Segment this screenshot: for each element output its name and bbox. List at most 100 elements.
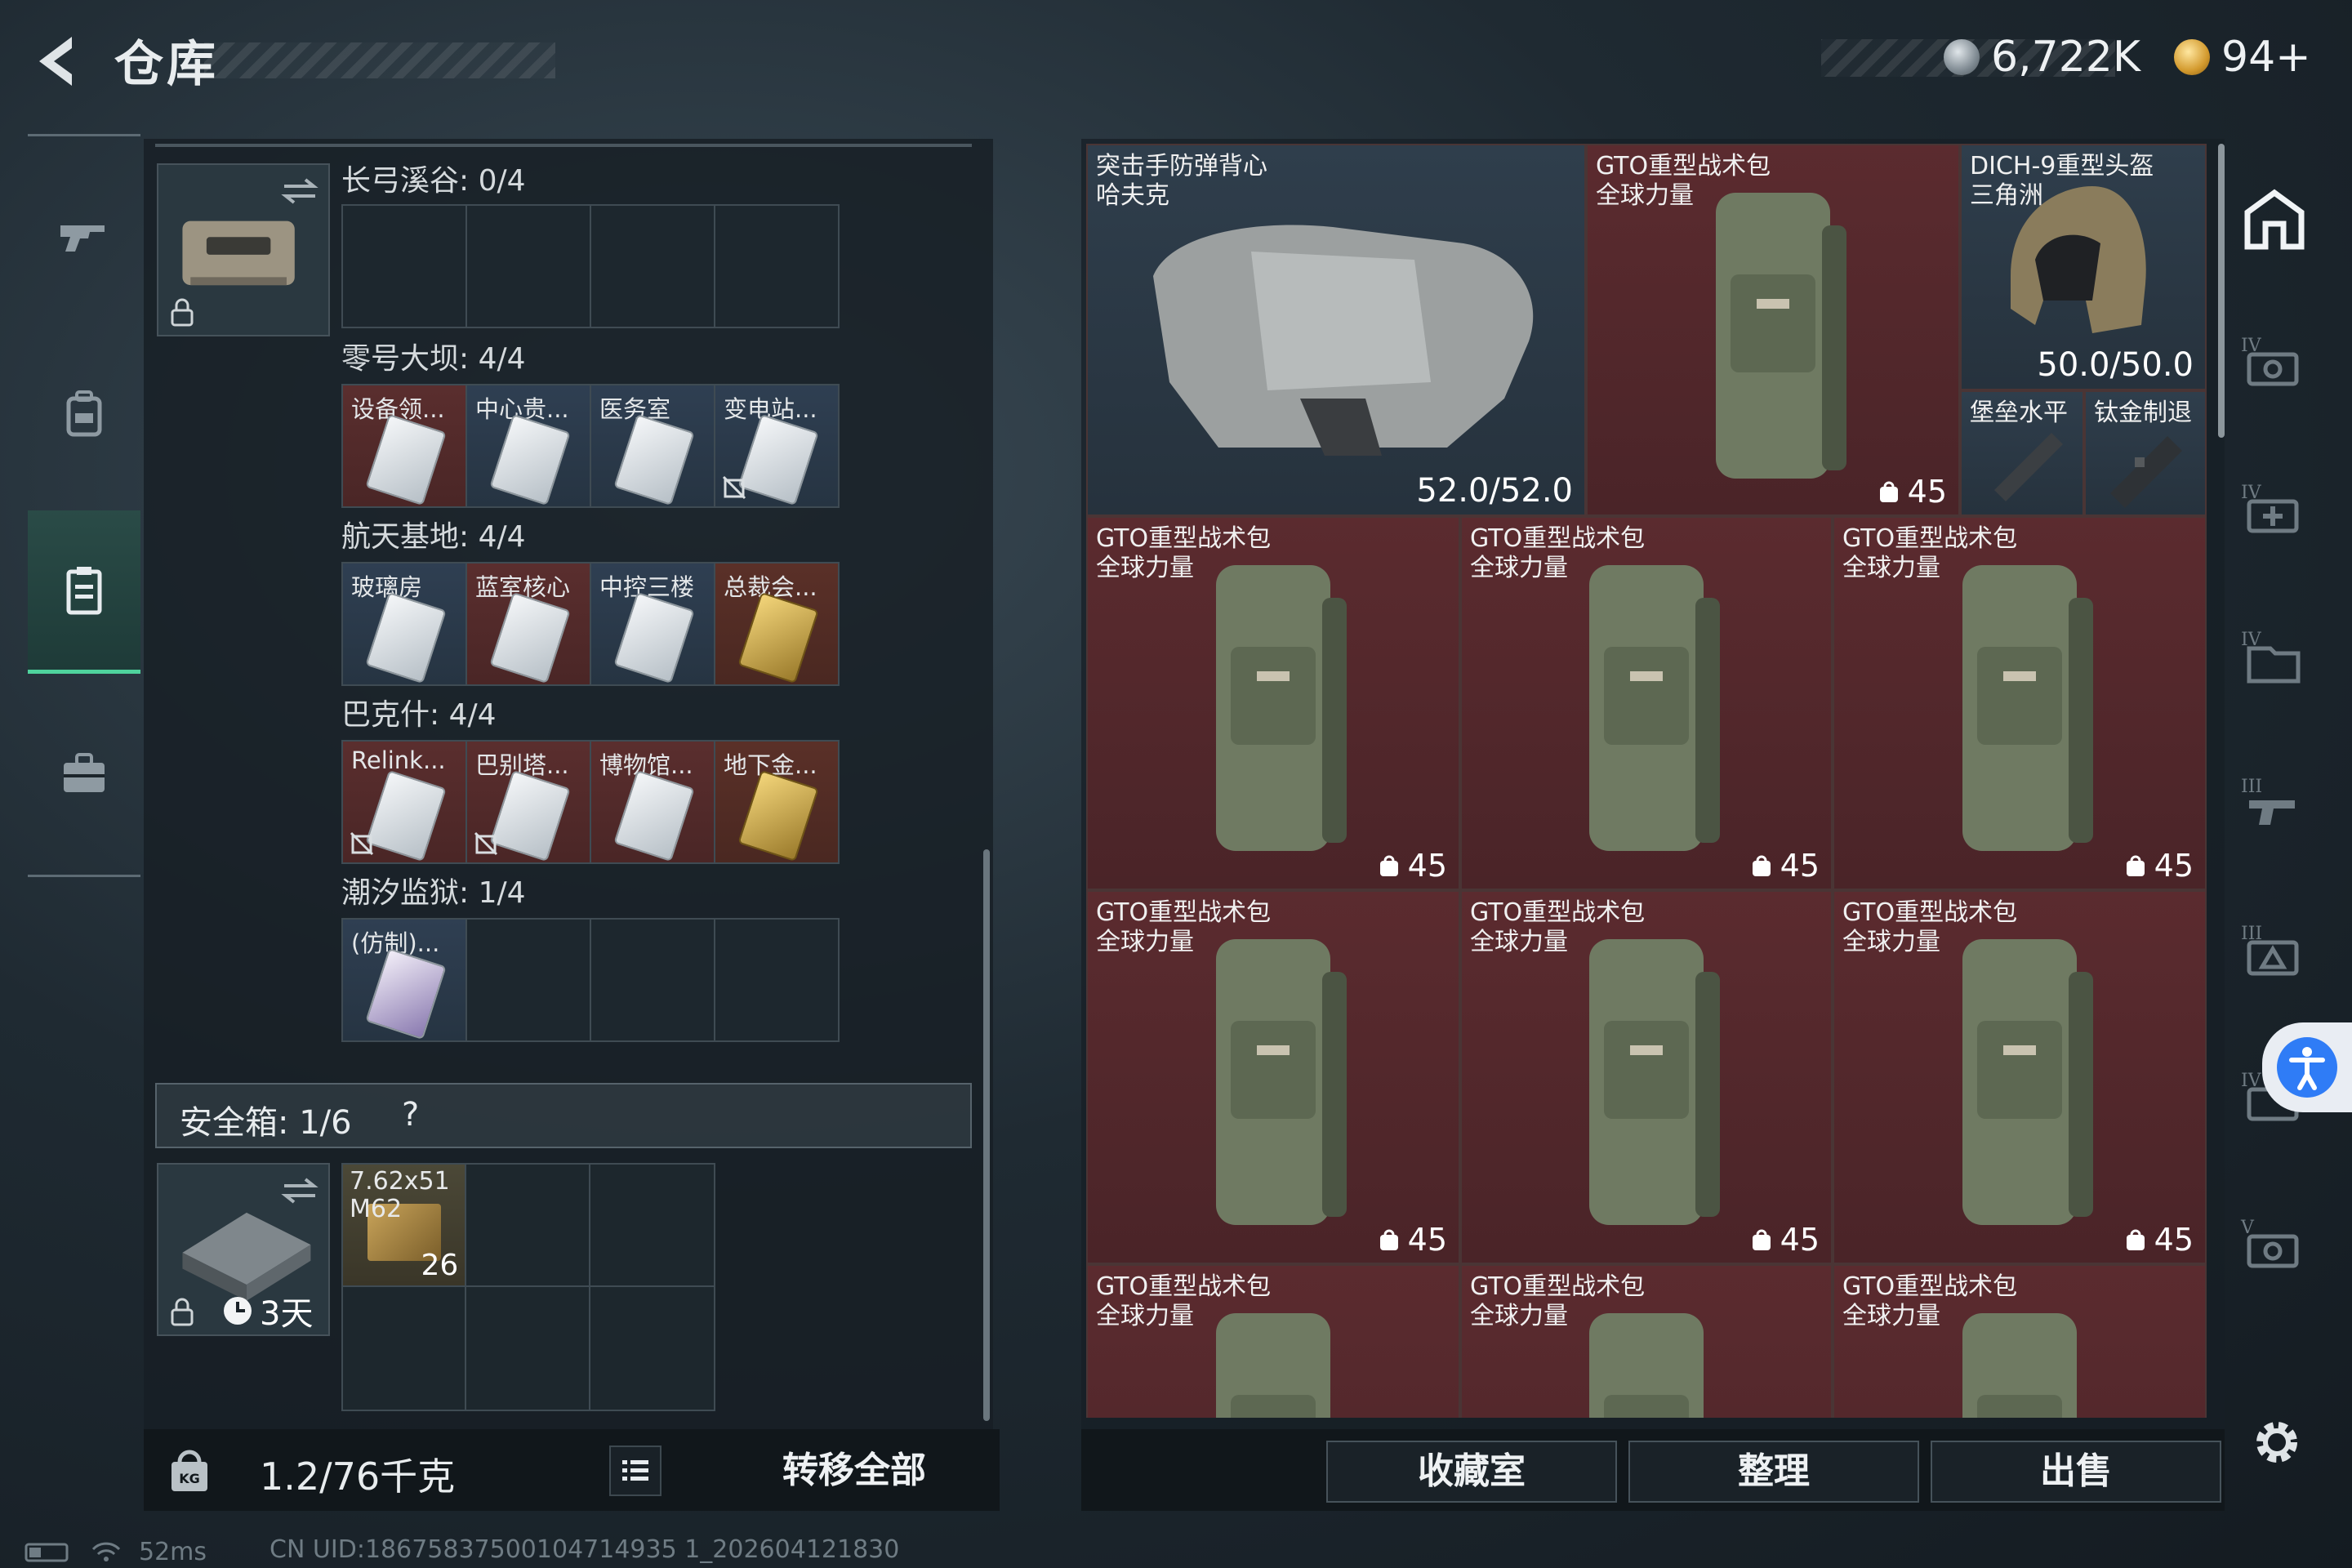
- gear-icon[interactable]: [2247, 1413, 2306, 1472]
- left-scrollbar[interactable]: [983, 849, 990, 1421]
- section-title-spacebase: 航天基地: 4/4: [341, 520, 526, 554]
- keycard-slot[interactable]: [343, 206, 467, 327]
- nav-weapons[interactable]: [28, 153, 140, 316]
- capacity-value: 45: [1780, 848, 1820, 884]
- keycard-icon: [489, 591, 571, 684]
- stash-item-backpack[interactable]: GTO重型战术包 全球力量: [1460, 1264, 1833, 1418]
- keycard-slot[interactable]: [715, 206, 838, 327]
- tier4-medical-filter-icon[interactable]: IV: [2238, 474, 2311, 547]
- no-insurance-icon: [350, 831, 374, 856]
- battery-icon: [24, 1543, 69, 1562]
- transfer-all-button[interactable]: 转移全部: [732, 1442, 977, 1499]
- nav-keycards[interactable]: [28, 510, 140, 674]
- keycard-icon: [489, 769, 571, 862]
- keycard-slot[interactable]: 博物馆...: [591, 742, 715, 862]
- safe-box-grid: 7.62x51 M62 26: [341, 1163, 715, 1411]
- keycard-slot[interactable]: [591, 920, 715, 1040]
- stash-item-backpack[interactable]: GTO重型战术包 全球力量 45: [1086, 890, 1460, 1264]
- item-name: DICH-9重型头盔 三角洲: [1970, 152, 2154, 210]
- page-title: 仓库: [114, 36, 219, 93]
- keycard-icon: [365, 769, 447, 862]
- stash-item-backpack[interactable]: GTO重型战术包 全球力量: [1086, 1264, 1460, 1418]
- keycard-slot[interactable]: 中心贵...: [467, 385, 591, 506]
- section-title-prison: 潮汐监狱: 1/4: [341, 876, 526, 910]
- silver-currency[interactable]: 6,722K: [1944, 33, 2140, 82]
- keycard-icon: [365, 947, 447, 1040]
- lock-icon: [171, 298, 194, 327]
- nav-cases[interactable]: [28, 692, 140, 855]
- help-icon[interactable]: ?: [402, 1096, 419, 1134]
- ping-text: 52ms: [139, 1537, 207, 1566]
- tier4-ammo-filter-icon[interactable]: IV: [2238, 327, 2311, 400]
- organize-button[interactable]: 整理: [1628, 1441, 1919, 1503]
- keycard-slot[interactable]: Relink...: [343, 742, 467, 862]
- stash-item-helmet[interactable]: DICH-9重型头盔 三角洲 50.0/50.0: [1960, 144, 2207, 390]
- keycard-slot[interactable]: 蓝室核心: [467, 564, 591, 684]
- keycard-icon: [365, 413, 447, 506]
- backpack-icon: [66, 390, 102, 437]
- keycard-slot[interactable]: 设备领...: [343, 385, 467, 506]
- sell-button[interactable]: 出售: [1931, 1441, 2221, 1503]
- keycard-icon: [737, 769, 819, 862]
- stash-scrollbar[interactable]: [2218, 144, 2225, 438]
- stash-item-attachment[interactable]: 钛金制退: [2084, 390, 2207, 516]
- collection-room-button[interactable]: 收藏室: [1326, 1441, 1617, 1503]
- item-name: GTO重型战术包 全球力量: [1470, 898, 1646, 956]
- tier4-docs-filter-icon[interactable]: IV: [2238, 621, 2311, 694]
- safe-slot[interactable]: [590, 1165, 714, 1287]
- safe-slot[interactable]: [466, 1287, 590, 1410]
- home-stash-icon[interactable]: [2238, 183, 2311, 256]
- swap-icon[interactable]: [281, 1174, 318, 1207]
- keycard-slot[interactable]: 变电站...: [715, 385, 838, 506]
- stash-item-backpack[interactable]: GTO重型战术包 全球力量 45: [1086, 516, 1460, 890]
- capacity-value: 45: [1907, 474, 1947, 510]
- backpack-icon: [1216, 939, 1347, 1225]
- stash-item-vest[interactable]: 突击手防弹背心 哈夫克 52.0/52.0: [1086, 144, 1586, 516]
- item-name: GTO重型战术包 全球力量: [1596, 152, 1771, 210]
- tier3-weapon-filter-icon[interactable]: III: [2238, 768, 2311, 841]
- ammo-item[interactable]: 7.62x51 M62 26: [343, 1165, 467, 1287]
- no-insurance-icon: [474, 831, 498, 856]
- nav-equipment[interactable]: [28, 332, 140, 496]
- swap-icon[interactable]: [281, 175, 318, 207]
- safe-slot[interactable]: [466, 1165, 590, 1287]
- safe-slot[interactable]: [343, 1287, 467, 1410]
- keycard-slot[interactable]: [467, 206, 591, 327]
- capacity-bag-icon: [1752, 855, 1771, 876]
- stash-item-backpack[interactable]: GTO重型战术包 全球力量 45: [1586, 144, 1960, 516]
- keycard-slot[interactable]: [715, 920, 838, 1040]
- gold-currency[interactable]: 94+: [2174, 33, 2311, 82]
- keycard-case-thumbnail[interactable]: [157, 163, 330, 336]
- keycard-slot[interactable]: [591, 206, 715, 327]
- stash-item-backpack[interactable]: GTO重型战术包 全球力量: [1833, 1264, 2207, 1418]
- wifi-icon: [91, 1542, 121, 1561]
- uid-text: CN UID:18675837500104714935 1_2026041218…: [270, 1535, 900, 1564]
- keycard-slot[interactable]: 医务室: [591, 385, 715, 506]
- briefcase-icon: [64, 753, 105, 792]
- item-name: GTO重型战术包 全球力量: [1470, 1272, 1646, 1330]
- keycard-slot[interactable]: 总裁会...: [715, 564, 838, 684]
- stash-item-backpack[interactable]: GTO重型战术包 全球力量 45: [1833, 516, 2207, 890]
- keycard-slot[interactable]: [467, 920, 591, 1040]
- keycard-slot[interactable]: 中控三楼: [591, 564, 715, 684]
- stash-item-backpack[interactable]: GTO重型战术包 全球力量 45: [1833, 890, 2207, 1264]
- ammo-name: 7.62x51 M62: [350, 1167, 450, 1223]
- keycard-icon: [737, 413, 819, 506]
- stash-item-attachment[interactable]: 堡垒水平: [1960, 390, 2084, 516]
- safe-slot[interactable]: [590, 1287, 714, 1410]
- capacity-value: 45: [1407, 1222, 1447, 1258]
- keycard-slot[interactable]: 地下金...: [715, 742, 838, 862]
- tier5-ammo-filter-icon[interactable]: V: [2238, 1209, 2311, 1282]
- keycard-slot[interactable]: 巴别塔...: [467, 742, 591, 862]
- stash-item-backpack[interactable]: GTO重型战术包 全球力量 45: [1460, 890, 1833, 1264]
- accessibility-button[interactable]: [2262, 1022, 2352, 1112]
- tier3-armor-filter-icon[interactable]: III: [2238, 915, 2311, 988]
- keycard-slot[interactable]: 玻璃房: [343, 564, 467, 684]
- keycard-slot[interactable]: (仿制)...: [343, 920, 467, 1040]
- safe-box-timer: 3天: [222, 1287, 313, 1334]
- list-view-button[interactable]: [609, 1446, 662, 1496]
- back-button[interactable]: [24, 29, 90, 94]
- svg-text:III: III: [2241, 777, 2262, 797]
- list-icon: [622, 1460, 648, 1481]
- stash-item-backpack[interactable]: GTO重型战术包 全球力量 45: [1460, 516, 1833, 890]
